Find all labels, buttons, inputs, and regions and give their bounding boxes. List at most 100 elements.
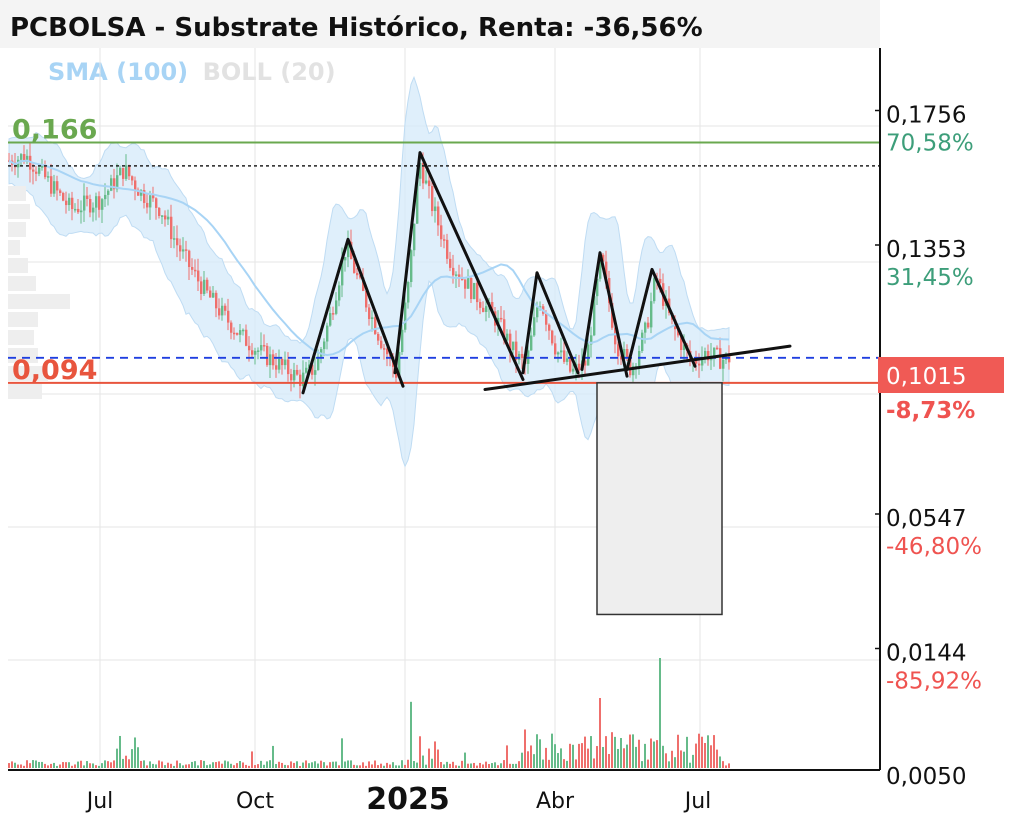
volume-bar [26,760,28,768]
candle-body [500,317,503,320]
volume-bar [263,764,265,768]
volume-profile-bar [8,330,34,345]
volume-bar [386,762,388,768]
candle-body [173,238,176,240]
candle-body [449,258,452,268]
volume-bar [68,762,70,768]
candle-body [566,358,569,362]
volume-bar [488,764,490,768]
candle-body [518,353,521,360]
candle-body [89,198,92,213]
y-tick-label: 0,0547 [886,506,966,532]
candle-body [260,345,263,351]
volume-bar [539,739,541,768]
volume-bar [347,760,349,768]
volume-bar [692,754,694,768]
candle-body [149,195,152,208]
volume-bar [683,751,685,768]
legend-boll[interactable]: BOLL (20) [203,58,336,86]
candle-body [548,324,551,331]
volume-bar [464,752,466,768]
candle-body [35,171,38,174]
volume-bar [182,765,184,768]
volume-bar [506,745,508,768]
volume-bar [569,743,571,768]
candle-body [242,329,245,332]
x-axis-ticks: Jul Oct 2025 Abr Jul [85,782,712,817]
volume-bar [512,763,514,768]
volume-bar [476,765,478,768]
candle-body [713,347,716,356]
candle-body [176,238,179,246]
volume-bar [23,765,25,768]
volume-bar [173,765,175,768]
volume-bar [119,735,121,768]
price-chart[interactable]: PCBOLSA - Substrate Histórico, Renta: -3… [0,0,1019,826]
volume-bar [704,742,706,768]
volume-bar [368,761,370,768]
candle-body [146,202,149,208]
volume-bar [311,762,313,768]
volume-bar [362,762,364,768]
y-tick-pct: 70,58% [886,131,974,157]
volume-bar [428,748,430,768]
volume-bar [563,759,565,768]
candle-body [98,196,101,210]
volume-bar [62,762,64,768]
volume-bar [473,762,475,768]
volume-bar [434,741,436,768]
volume-bar [650,738,652,768]
candle-body [254,350,257,355]
volume-bar [308,763,310,768]
candle-body [368,307,371,320]
volume-bar [185,764,187,768]
candle-body [272,354,275,366]
volume-bar [287,765,289,768]
candle-body [383,348,386,350]
candle-body [281,359,284,366]
candle-body [545,313,548,325]
candle-body [218,308,221,316]
volume-bar [179,763,181,768]
volume-bar [8,763,10,768]
volume-bar [509,763,511,768]
volume-bar [602,746,604,768]
volume-bar [80,760,82,768]
candle-body [152,195,155,199]
candle-body [512,341,515,351]
candle-body [338,285,341,301]
volume-bar [413,761,415,768]
volume-bar [200,760,202,768]
candle-body [92,207,95,213]
y-tick-label: 0,1353 [886,237,966,263]
candle-body [572,368,575,372]
candle-body [182,249,185,252]
volume-bar [656,740,658,768]
candle-body [578,363,581,371]
volume-bar [203,760,205,768]
volume-bar [467,763,469,768]
volume-bar [410,701,412,768]
candle-body [314,370,317,375]
volume-bar [668,761,670,768]
volume-bar [665,753,667,768]
volume-bar [515,763,517,768]
volume-bar [431,758,433,768]
candle-body [290,374,293,381]
volume-bar [458,765,460,768]
legend-sma[interactable]: SMA (100) [48,58,188,86]
volume-bar [554,744,556,768]
volume-bar [299,765,301,768]
candle-body [698,363,701,366]
candle-body [74,208,77,211]
volume-profile-bar [8,204,30,219]
volume-bar [377,765,379,768]
volume-bar [248,765,250,768]
volume-bar [212,762,214,768]
volume-bar [101,763,103,768]
volume-bar [353,764,355,768]
candle-body [155,198,158,208]
candle-body [239,330,242,335]
volume-bar [593,758,595,768]
candle-body [38,167,41,174]
